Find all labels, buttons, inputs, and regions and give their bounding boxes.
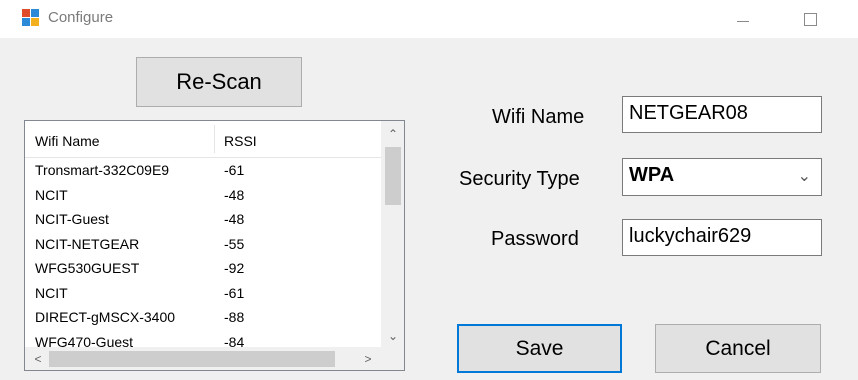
vertical-scroll-thumb[interactable] [385, 147, 401, 205]
password-value: luckychair629 [629, 225, 752, 247]
list-item[interactable]: NCIT -61 [25, 282, 381, 307]
list-item[interactable]: NCIT -48 [25, 184, 381, 209]
chevron-down-icon[interactable]: ⌄ [798, 166, 811, 186]
list-item[interactable]: Tronsmart-332C09E9 -61 [25, 159, 381, 184]
cancel-button[interactable]: Cancel [655, 324, 821, 373]
rssi-cell: -88 [224, 309, 245, 325]
maximize-icon [803, 12, 817, 26]
rssi-cell: -61 [224, 284, 245, 301]
column-header-wifi-name[interactable]: Wifi Name [35, 133, 100, 149]
vertical-scrollbar[interactable]: ⌃ ⌄ [381, 121, 404, 347]
password-field[interactable]: luckychair629 [622, 219, 822, 256]
list-item[interactable]: DIRECT-gMSCX-3400 -88 [25, 306, 381, 331]
rssi-cell: -92 [224, 260, 245, 276]
wifi-name-cell: NCIT [35, 186, 68, 203]
column-header-rssi[interactable]: RSSI [224, 133, 257, 149]
wifi-name-cell: NCIT [35, 284, 68, 301]
maximize-button[interactable] [787, 0, 833, 38]
wifi-name-cell: DIRECT-gMSCX-3400 [35, 309, 176, 325]
list-item[interactable]: NCIT-Guest -48 [25, 208, 381, 233]
wifi-list[interactable]: Wifi Name RSSI Tronsmart-332C09E9 -61 NC… [24, 120, 405, 371]
scroll-right-icon[interactable]: > [357, 347, 379, 370]
rssi-cell: -48 [224, 186, 245, 203]
column-divider[interactable] [214, 125, 215, 153]
rssi-cell: -55 [224, 235, 245, 252]
list-rows: Tronsmart-332C09E9 -61 NCIT -48 NCIT-Gue… [25, 159, 381, 355]
horizontal-scrollbar[interactable]: < > [25, 347, 381, 370]
rssi-cell: -61 [224, 162, 245, 178]
wifi-name-cell: NCIT-Guest [35, 211, 109, 227]
horizontal-scroll-thumb[interactable] [49, 351, 335, 367]
wifi-name-cell: NCIT-NETGEAR [35, 235, 140, 252]
password-label: Password [491, 228, 579, 250]
security-type-value: WPA [629, 164, 675, 186]
wifi-name-value: NETGEAR08 [629, 102, 748, 124]
rescan-button[interactable]: Re-Scan [136, 57, 302, 107]
minimize-icon [737, 20, 749, 22]
scroll-left-icon[interactable]: < [27, 347, 49, 370]
scroll-corner [381, 347, 404, 370]
security-type-label: Security Type [459, 168, 580, 190]
scroll-down-icon[interactable]: ⌄ [381, 325, 404, 347]
rssi-cell: -48 [224, 211, 245, 227]
window-title: Configure [48, 9, 114, 26]
list-item[interactable]: WFG530GUEST -92 [25, 257, 381, 282]
list-item[interactable]: NCIT-NETGEAR -55 [25, 233, 381, 258]
scroll-up-icon[interactable]: ⌃ [381, 123, 404, 145]
list-header: Wifi Name RSSI [25, 121, 381, 158]
title-bar: Configure [0, 0, 858, 38]
wifi-name-field[interactable]: NETGEAR08 [622, 96, 822, 133]
wifi-name-cell: Tronsmart-332C09E9 [35, 162, 170, 178]
save-button[interactable]: Save [457, 324, 622, 373]
wifi-name-cell: WFG530GUEST [35, 260, 140, 276]
app-icon [22, 9, 39, 26]
security-type-select[interactable]: WPA ⌄ [622, 158, 822, 196]
minimize-button[interactable] [720, 0, 766, 38]
wifi-name-label: Wifi Name [492, 106, 585, 128]
